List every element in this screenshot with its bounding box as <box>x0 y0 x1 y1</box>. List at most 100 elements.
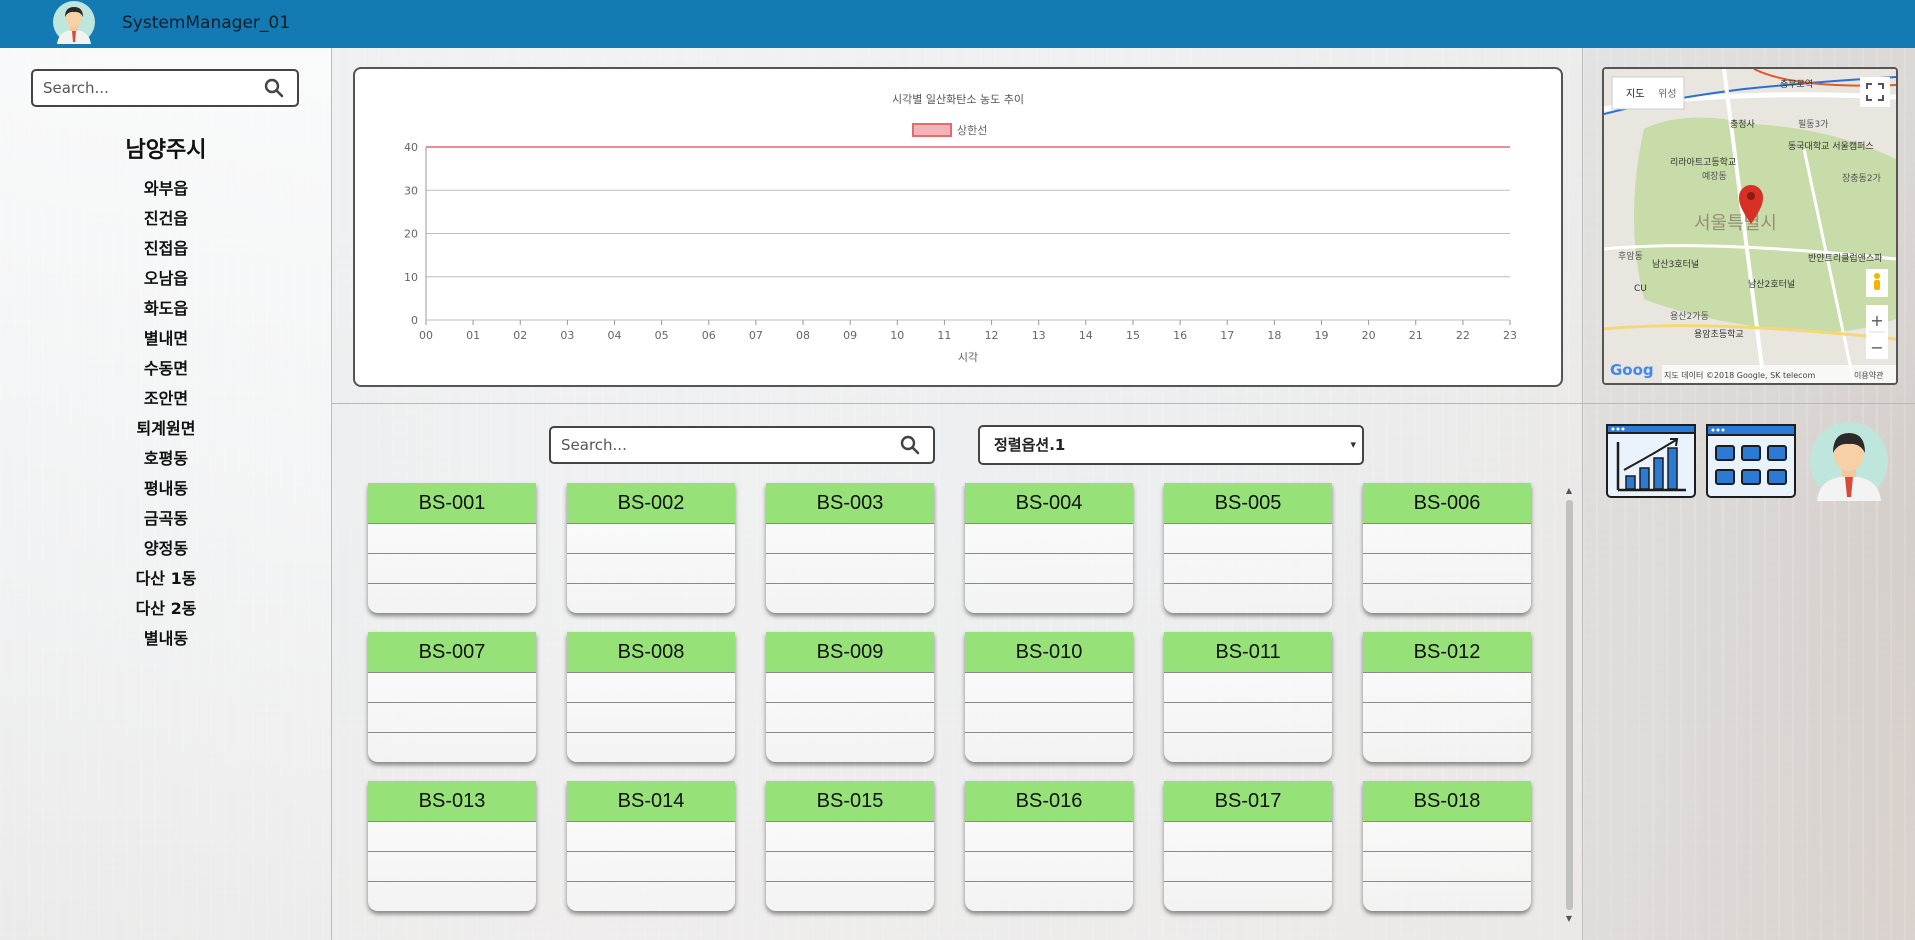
region-item[interactable]: 다산 2동 <box>0 594 332 624</box>
map-canvas[interactable]: 지도 위성 서울특별시 리라아트고등학교 동국대학교 서울캠퍼스 남산3호터널 … <box>1604 69 1896 383</box>
region-item[interactable]: 다산 1동 <box>0 564 332 594</box>
station-card[interactable]: BS-013 <box>368 781 536 911</box>
region-item[interactable]: 평내동 <box>0 474 332 504</box>
station-card[interactable]: BS-005 <box>1164 483 1332 613</box>
station-card[interactable]: BS-008 <box>567 632 735 762</box>
station-card-title: BS-015 <box>766 781 934 821</box>
station-card[interactable]: BS-004 <box>965 483 1133 613</box>
region-item[interactable]: 별내면 <box>0 324 332 354</box>
scroll-thumb[interactable] <box>1566 500 1573 910</box>
zoom-in-button[interactable]: + <box>1870 311 1883 330</box>
user-avatar-icon[interactable] <box>52 0 96 44</box>
search-icon[interactable] <box>899 434 921 456</box>
station-card-row <box>1363 523 1531 553</box>
region-item[interactable]: 오남읍 <box>0 264 332 294</box>
dashboard-grid-icon[interactable] <box>1706 424 1796 498</box>
station-card-title: BS-007 <box>368 632 536 672</box>
x-tick-label: 04 <box>608 329 622 342</box>
station-card[interactable]: BS-011 <box>1164 632 1332 762</box>
map-tab-map[interactable]: 지도 <box>1626 88 1644 100</box>
map-type-toggle[interactable]: 지도 위성 <box>1611 76 1685 110</box>
region-item[interactable]: 금곡동 <box>0 504 332 534</box>
google-logo: Goog <box>1610 361 1654 379</box>
user-avatar-icon[interactable] <box>1803 421 1895 501</box>
x-tick-label: 12 <box>985 329 999 342</box>
station-card-row <box>965 672 1133 702</box>
region-item[interactable]: 진접읍 <box>0 234 332 264</box>
region-item[interactable]: 별내동 <box>0 624 332 654</box>
station-card[interactable]: BS-006 <box>1363 483 1531 613</box>
station-card[interactable]: BS-014 <box>567 781 735 911</box>
station-card-row <box>567 583 735 613</box>
region-item[interactable]: 와부읍 <box>0 174 332 204</box>
region-item[interactable]: 수동면 <box>0 354 332 384</box>
x-tick-label: 07 <box>749 329 763 342</box>
top-bar: SystemManager_01 <box>0 0 1915 48</box>
map-terms-link[interactable]: 이용약관 <box>1854 370 1884 380</box>
station-card[interactable]: BS-017 <box>1164 781 1332 911</box>
x-tick-label: 14 <box>1079 329 1093 342</box>
region-item[interactable]: 퇴계원면 <box>0 414 332 444</box>
station-card-title: BS-005 <box>1164 483 1332 523</box>
station-card-row <box>1363 702 1531 732</box>
station-card[interactable]: BS-007 <box>368 632 536 762</box>
station-card-row <box>368 732 536 762</box>
station-card-row <box>965 523 1133 553</box>
y-tick-label: 10 <box>404 271 418 284</box>
station-search-input[interactable] <box>551 428 899 462</box>
scroll-down-icon[interactable]: ▼ <box>1564 914 1574 923</box>
map-widget[interactable]: 지도 위성 서울특별시 리라아트고등학교 동국대학교 서울캠퍼스 남산3호터널 … <box>1602 67 1898 385</box>
region-item[interactable]: 양정동 <box>0 534 332 564</box>
station-card-row <box>1164 702 1332 732</box>
sidebar-search-input[interactable] <box>33 71 263 105</box>
x-tick-label: 22 <box>1456 329 1470 342</box>
station-card-row <box>567 672 735 702</box>
region-title: 남양주시 <box>125 138 207 163</box>
station-card-row <box>1164 523 1332 553</box>
section-divider <box>332 403 1582 404</box>
station-card[interactable]: BS-003 <box>766 483 934 613</box>
map-label-12: 충무로역 <box>1780 79 1813 90</box>
station-card[interactable]: BS-009 <box>766 632 934 762</box>
scroll-up-icon[interactable]: ▲ <box>1564 486 1574 495</box>
zoom-controls[interactable]: + − <box>1866 305 1888 359</box>
zoom-out-button[interactable]: − <box>1870 338 1883 357</box>
station-card-row <box>368 881 536 911</box>
station-card[interactable]: BS-012 <box>1363 632 1531 762</box>
chart-growth-icon[interactable] <box>1606 424 1696 498</box>
station-card-row <box>766 672 934 702</box>
map-label-11: 필동3가 <box>1798 118 1829 130</box>
x-tick-label: 17 <box>1220 329 1234 342</box>
co-line-chart: 시각별 일산화탄소 농도 추이 상한선 0 10 20 30 40 00 01 02 03 04… <box>404 92 1517 364</box>
station-card-row <box>766 881 934 911</box>
station-card[interactable]: BS-018 <box>1363 781 1531 911</box>
x-tick-label: 18 <box>1267 329 1281 342</box>
station-card[interactable]: BS-010 <box>965 632 1133 762</box>
sort-select[interactable]: 정렬옵션.1 ▾ <box>978 425 1364 465</box>
region-item[interactable]: 진건읍 <box>0 204 332 234</box>
chart-title: 시각별 일산화탄소 농도 추이 <box>892 92 1024 106</box>
station-card[interactable]: BS-015 <box>766 781 934 911</box>
grid-scrollbar[interactable]: ▲ ▼ <box>1564 486 1574 926</box>
region-item[interactable]: 화도읍 <box>0 294 332 324</box>
station-card-row <box>1363 553 1531 583</box>
region-item[interactable]: 조안면 <box>0 384 332 414</box>
sort-select-value: 정렬옵션.1 <box>994 436 1066 454</box>
x-tick-label: 23 <box>1503 329 1517 342</box>
fullscreen-icon[interactable] <box>1860 77 1890 107</box>
station-card[interactable]: BS-016 <box>965 781 1133 911</box>
station-card[interactable]: BS-001 <box>368 483 536 613</box>
pegman-icon[interactable] <box>1866 269 1888 297</box>
region-item[interactable]: 호평동 <box>0 444 332 474</box>
station-card-row <box>567 702 735 732</box>
x-tick-label: 01 <box>466 329 480 342</box>
station-card-row <box>1363 881 1531 911</box>
station-card-row <box>567 881 735 911</box>
station-card-row <box>1164 672 1332 702</box>
search-icon[interactable] <box>263 77 285 99</box>
station-card[interactable]: BS-002 <box>567 483 735 613</box>
x-tick-label: 05 <box>655 329 669 342</box>
station-card-row <box>1164 881 1332 911</box>
station-card-row <box>1363 732 1531 762</box>
map-tab-satellite[interactable]: 위성 <box>1658 87 1676 100</box>
